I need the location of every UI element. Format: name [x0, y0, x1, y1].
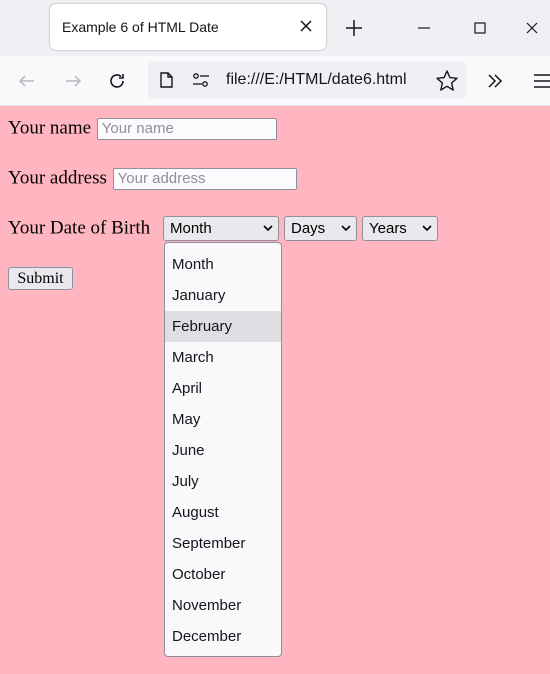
url-text: file:///E:/HTML/date6.html	[226, 71, 407, 88]
bookmark-star-icon[interactable]	[434, 68, 460, 94]
site-permissions-icon[interactable]	[190, 70, 212, 90]
back-arrow-icon[interactable]	[14, 68, 40, 94]
month-select[interactable]: Month	[163, 216, 279, 241]
submit-button[interactable]: Submit	[8, 267, 73, 290]
tab-title: Example 6 of HTML Date	[62, 19, 219, 35]
name-input[interactable]	[96, 117, 277, 140]
reload-icon[interactable]	[104, 68, 130, 94]
month-option[interactable]: July	[165, 466, 281, 497]
address-row: Your address	[8, 167, 297, 190]
month-option[interactable]: December	[165, 621, 281, 652]
month-option[interactable]: May	[165, 404, 281, 435]
chevron-down-icon	[263, 225, 273, 232]
month-dropdown-list: Month January February March April May J…	[164, 242, 282, 657]
close-tab-icon[interactable]	[294, 14, 318, 38]
month-option[interactable]: October	[165, 559, 281, 590]
dob-row: Your Date of Birth	[8, 217, 150, 240]
month-option[interactable]: April	[165, 373, 281, 404]
years-select[interactable]: Years	[362, 216, 438, 241]
forward-arrow-icon[interactable]	[60, 68, 86, 94]
maximize-icon[interactable]	[466, 14, 494, 42]
month-option[interactable]: June	[165, 435, 281, 466]
minimize-icon[interactable]	[410, 14, 438, 42]
month-option[interactable]: August	[165, 497, 281, 528]
chevron-down-icon	[422, 225, 432, 232]
overflow-chevrons-icon[interactable]	[482, 68, 508, 94]
chevron-down-icon	[341, 225, 351, 232]
years-select-value: Years	[369, 220, 407, 237]
name-label: Your name	[8, 117, 92, 139]
month-option-highlighted[interactable]: February	[165, 311, 281, 342]
days-select[interactable]: Days	[284, 216, 357, 241]
page-icon	[160, 72, 173, 88]
month-select-value: Month	[170, 220, 212, 237]
menu-icon[interactable]	[530, 68, 550, 94]
page-content: Your name Your address Your Date of Birt…	[0, 106, 550, 674]
browser-tab[interactable]: Example 6 of HTML Date	[50, 4, 326, 50]
dob-label: Your Date of Birth	[8, 217, 151, 239]
address-label: Your address	[8, 167, 107, 189]
new-tab-icon[interactable]	[340, 14, 368, 42]
tab-strip: Example 6 of HTML Date	[0, 0, 550, 56]
address-bar[interactable]: file:///E:/HTML/date6.html	[148, 61, 466, 99]
name-row: Your name	[8, 117, 277, 140]
month-option[interactable]: Month	[165, 249, 281, 280]
days-select-value: Days	[291, 220, 326, 237]
navigation-bar: file:///E:/HTML/date6.html	[0, 56, 550, 106]
month-option[interactable]: January	[165, 280, 281, 311]
month-option[interactable]: September	[165, 528, 281, 559]
address-input[interactable]	[112, 167, 297, 190]
month-option[interactable]: March	[165, 342, 281, 373]
close-window-icon[interactable]	[518, 14, 546, 42]
month-option[interactable]: November	[165, 590, 281, 621]
